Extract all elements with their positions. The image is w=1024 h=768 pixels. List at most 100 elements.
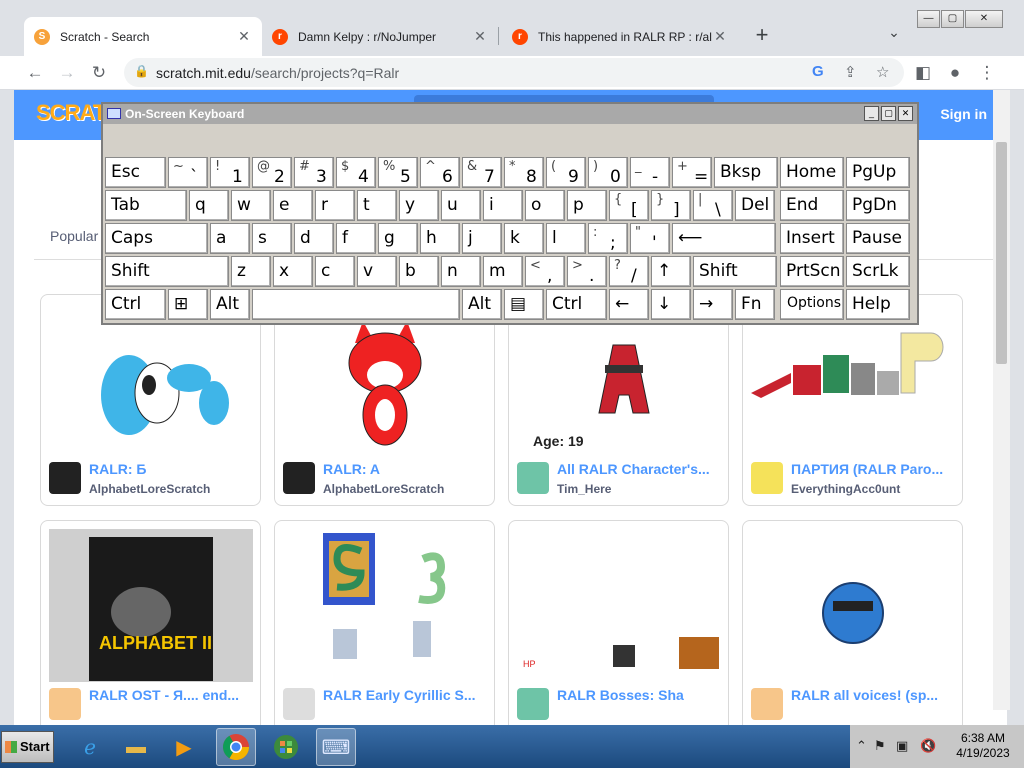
key-7[interactable]: & 7	[462, 157, 502, 188]
project-thumbnail[interactable]: HP	[517, 529, 721, 682]
project-card[interactable]: HP RALR Bosses: Sha	[508, 520, 729, 725]
project-card[interactable]: ПАРТИЯ (RALR Paro... EverythingAcc0unt	[742, 294, 963, 506]
minimize-button[interactable]: —	[917, 10, 940, 28]
tab-reddit-nojumper[interactable]: r Damn Kelpy : r/NoJumper ✕	[262, 17, 498, 56]
profile-avatar-icon[interactable]: ●	[942, 60, 968, 86]
key-ctrl[interactable]: Ctrl	[105, 289, 166, 320]
key-8[interactable]: * 8	[504, 157, 544, 188]
volume-muted-icon[interactable]: 🔇	[920, 738, 936, 754]
new-tab-button[interactable]: +	[750, 24, 774, 48]
key-caps[interactable]: Caps	[105, 223, 208, 254]
key-symbol[interactable]: _ -	[630, 157, 670, 188]
key-scrlk[interactable]: ScrLk	[846, 256, 910, 287]
reload-icon[interactable]: ↻	[86, 60, 112, 86]
key-x[interactable]: x	[273, 256, 313, 287]
sign-in-link[interactable]: Sign in	[940, 106, 987, 122]
project-card[interactable]: RALR Early Cyrillic S...	[274, 520, 495, 725]
show-hidden-icons-chevron-icon[interactable]: ⌃	[856, 738, 867, 754]
project-thumbnail[interactable]	[283, 529, 487, 682]
project-title[interactable]: ПАРТИЯ (RALR Paro...	[791, 461, 957, 477]
avatar[interactable]	[751, 688, 783, 720]
project-thumbnail[interactable]	[49, 303, 253, 456]
side-panel-icon[interactable]: ◧	[910, 60, 936, 86]
tab-search-chevron-icon[interactable]: ⌄	[884, 24, 904, 48]
folder-icon[interactable]: ▬	[116, 728, 156, 766]
key-symbol[interactable]: →	[693, 289, 733, 320]
key-symbol[interactable]: ▤	[504, 289, 544, 320]
google-translate-icon[interactable]: G	[812, 63, 824, 80]
key-symbol[interactable]: ⟵	[672, 223, 776, 254]
project-author[interactable]: EverythingAcc0unt	[791, 482, 957, 496]
key-o[interactable]: o	[525, 190, 565, 221]
key-g[interactable]: g	[378, 223, 418, 254]
key-home[interactable]: Home	[780, 157, 844, 188]
key-bksp[interactable]: Bksp	[714, 157, 778, 188]
page-scrollbar[interactable]	[993, 90, 1010, 710]
key-l[interactable]: l	[546, 223, 586, 254]
key-options[interactable]: Options	[780, 289, 844, 320]
key-e[interactable]: e	[273, 190, 313, 221]
key-alt[interactable]: Alt	[462, 289, 502, 320]
project-title[interactable]: RALR all voices! (sp...	[791, 687, 957, 703]
key-shift[interactable]: Shift	[693, 256, 777, 287]
url-text[interactable]: scratch.mit.edu/search/projects?q=Ralr	[156, 65, 399, 81]
key-5[interactable]: % 5	[378, 157, 418, 188]
popular-filter[interactable]: Popular	[50, 228, 98, 244]
start-button[interactable]: Start	[1, 731, 54, 763]
osk-minimize-button[interactable]: _	[864, 106, 879, 121]
project-title[interactable]: RALR Early Cyrillic S...	[323, 687, 489, 703]
media-player-icon[interactable]: ▶	[164, 728, 204, 766]
key-4[interactable]: $4	[336, 157, 376, 188]
avatar[interactable]	[517, 688, 549, 720]
key-y[interactable]: y	[399, 190, 439, 221]
key-w[interactable]: w	[231, 190, 271, 221]
key-6[interactable]: ^ 6	[420, 157, 460, 188]
key-pgdn[interactable]: PgDn	[846, 190, 910, 221]
key-pause[interactable]: Pause	[846, 223, 910, 254]
key-symbol[interactable]: ~ `	[168, 157, 208, 188]
project-title[interactable]: RALR: Б	[89, 461, 255, 477]
key-z[interactable]: z	[231, 256, 271, 287]
close-window-button[interactable]: ✕	[965, 10, 1003, 28]
key-a[interactable]: a	[210, 223, 250, 254]
key-end[interactable]: End	[780, 190, 844, 221]
bookmark-star-icon[interactable]: ☆	[876, 63, 889, 81]
key-del[interactable]: Del	[735, 190, 775, 221]
lock-icon[interactable]: 🔒	[134, 64, 149, 78]
key-d[interactable]: d	[294, 223, 334, 254]
close-icon[interactable]: ✕	[472, 28, 488, 45]
key-space[interactable]	[252, 289, 460, 320]
system-clock[interactable]: 6:38 AM 4/19/2023	[944, 731, 1022, 761]
key-symbol[interactable]: }]	[651, 190, 691, 221]
key-3[interactable]: #3	[294, 157, 334, 188]
key-insert[interactable]: Insert	[780, 223, 844, 254]
key-u[interactable]: u	[441, 190, 481, 221]
address-bar[interactable]: 🔒 scratch.mit.edu/search/projects?q=Ralr…	[124, 58, 904, 87]
key-1[interactable]: ! 1	[210, 157, 250, 188]
maximize-button[interactable]: ▢	[941, 10, 964, 28]
key-fn[interactable]: Fn	[735, 289, 775, 320]
key-v[interactable]: v	[357, 256, 397, 287]
key-tab[interactable]: Tab	[105, 190, 187, 221]
internet-explorer-icon[interactable]: ℯ	[70, 728, 110, 766]
project-thumbnail[interactable]	[283, 303, 487, 456]
key-esc[interactable]: Esc	[105, 157, 166, 188]
key-q[interactable]: q	[189, 190, 229, 221]
key-alt[interactable]: Alt	[210, 289, 250, 320]
project-thumbnail[interactable]: ALPHABET II	[49, 529, 253, 682]
windows-logo-icon[interactable]	[266, 728, 306, 766]
project-thumbnail[interactable]	[751, 303, 955, 456]
network-icon[interactable]: ▣	[896, 738, 908, 754]
project-card[interactable]: RALR: Б AlphabetLoreScratch	[40, 294, 261, 506]
key-symbol[interactable]: ←	[609, 289, 649, 320]
key-m[interactable]: m	[483, 256, 523, 287]
project-card[interactable]: RALR all voices! (sp...	[742, 520, 963, 725]
project-author[interactable]: AlphabetLoreScratch	[323, 482, 489, 496]
chrome-icon[interactable]	[216, 728, 256, 766]
key-9[interactable]: (9	[546, 157, 586, 188]
project-author[interactable]: AlphabetLoreScratch	[89, 482, 255, 496]
key-symbol[interactable]: | \	[693, 190, 733, 221]
key-p[interactable]: p	[567, 190, 607, 221]
key-symbol[interactable]: ? /	[609, 256, 649, 287]
key-symbol[interactable]: ↑	[651, 256, 691, 287]
